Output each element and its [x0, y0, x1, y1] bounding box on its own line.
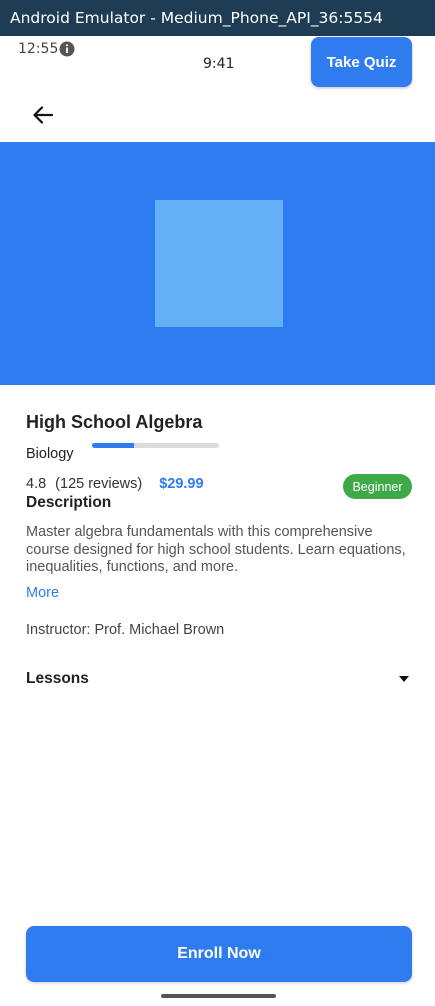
course-category: Biology — [26, 446, 74, 462]
take-quiz-button[interactable]: Take Quiz — [311, 37, 412, 87]
course-progress-bar — [92, 443, 219, 448]
info-icon — [59, 41, 75, 57]
course-price: $29.99 — [159, 476, 204, 492]
more-link[interactable]: More — [26, 585, 59, 601]
review-count: (125 reviews) — [55, 476, 143, 492]
lessons-label: Lessons — [26, 670, 89, 687]
rating-row: 4.8 (125 reviews) $29.99 — [26, 476, 204, 492]
course-progress-fill — [92, 443, 134, 448]
app-clock: 9:41 — [203, 56, 235, 72]
home-indicator[interactable] — [161, 994, 276, 998]
description-text: Master algebra fundamentals with this co… — [26, 524, 406, 575]
emulator-titlebar: Android Emulator - Medium_Phone_API_36:5… — [0, 0, 435, 36]
course-hero-banner — [0, 142, 435, 385]
course-title: High School Algebra — [26, 412, 203, 432]
enroll-now-button[interactable]: Enroll Now — [26, 926, 412, 982]
course-thumbnail-image — [155, 200, 283, 327]
instructor-text: Instructor: Prof. Michael Brown — [26, 622, 225, 638]
status-time: 12:55 — [18, 41, 59, 57]
lessons-expander[interactable]: Lessons — [26, 668, 410, 690]
arrow-left-icon — [33, 105, 54, 129]
emulator-title: Android Emulator - Medium_Phone_API_36:5… — [10, 9, 383, 27]
back-button[interactable] — [28, 103, 58, 131]
dropdown-arrow-icon[interactable] — [398, 673, 410, 685]
rating-value: 4.8 — [26, 476, 47, 492]
level-badge: Beginner — [343, 474, 412, 499]
description-heading: Description — [26, 494, 112, 511]
